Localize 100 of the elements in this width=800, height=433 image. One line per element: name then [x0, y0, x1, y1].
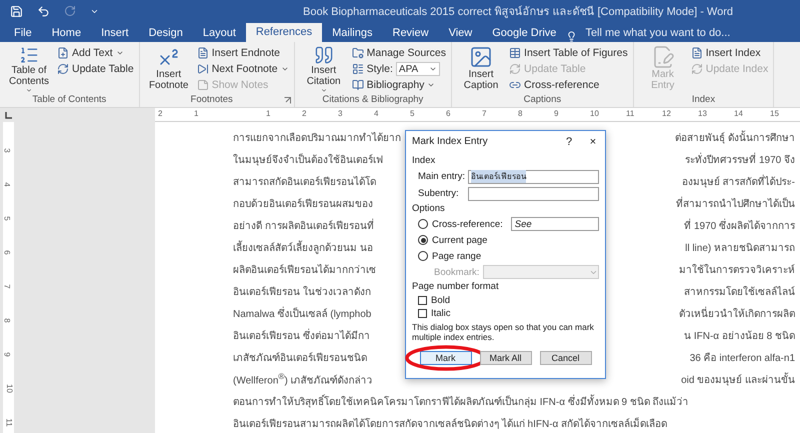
ribbon-large-button[interactable]: Insert Caption: [457, 45, 506, 94]
body-text: อินเตอร์เฟียรอนสามารถผลิตได้โดยการสกัดจากเซลล์ชนิดต่างๆ ได้แก่ hIFN-α สกัดได้จากเซลล์เม็ดเลือด: [233, 416, 668, 430]
group-label: Citations & Bibliography: [321, 94, 424, 106]
ribbon-tab[interactable]: Mailings: [322, 24, 382, 42]
undo-icon[interactable]: [37, 4, 50, 18]
ruler-number: 1: [194, 109, 198, 118]
body-text: องมนุษย์ สารสกัดที่ได้ประ-: [682, 174, 795, 188]
body-text: ll line) หลายชนิดสามารถ: [685, 242, 795, 254]
caret-icon: [116, 49, 124, 57]
body-text: (Wellferon$^{®}$) เภสัชภัณฑ์ดังกล่าว: [233, 370, 373, 388]
close-button[interactable]: ×: [581, 136, 605, 148]
ribbon-tab[interactable]: Insert: [91, 24, 139, 42]
ruler-number: 6: [446, 109, 450, 118]
dialog-title: Mark Index Entry: [412, 136, 489, 147]
launcher-icon[interactable]: [284, 97, 291, 104]
main-entry-field[interactable]: อินเตอร์เฟียรอน: [468, 170, 599, 184]
ribbon-tab[interactable]: Design: [138, 24, 193, 42]
ruler-number: 9: [554, 109, 558, 118]
tell-me-field[interactable]: Tell me what you want to do...: [577, 24, 738, 42]
dialog-note: This dialog box stays open so that you can mark multiple index entries.: [412, 322, 595, 342]
body-text: ต่อสายพันธุ์ ดังนั้นการศึกษา: [675, 130, 795, 144]
ribbon-button[interactable]: Cross-reference: [509, 77, 628, 93]
dialog-button[interactable]: Mark All: [480, 351, 532, 365]
ribbon-large-button[interactable]: Insert Citation: [300, 45, 348, 94]
caret-icon: [280, 65, 289, 73]
ribbon-button[interactable]: Next Footnote: [196, 61, 289, 77]
ribbon-button[interactable]: Bibliography: [352, 77, 446, 93]
ruler-number: 11: [4, 418, 14, 427]
dialog-button[interactable]: Mark: [420, 351, 472, 365]
ribbon-button[interactable]: Add Text: [57, 45, 134, 61]
body-text: ที่ 1970 ซึ่งผลิตได้จากการ: [684, 218, 795, 232]
caret-icon: [320, 87, 328, 94]
body-text: น IFN-α อย่างน้อย 8 ชนิด: [684, 330, 795, 342]
cross-reference-field[interactable]: See: [510, 217, 599, 231]
field-label: Bookmark:: [434, 266, 480, 278]
ribbon-button[interactable]: Insert Table of Figures: [509, 45, 628, 61]
ruler-number: 7: [2, 284, 12, 289]
ribbon-button[interactable]: Insert Endnote: [196, 45, 289, 61]
ruler-number: 8: [2, 318, 12, 323]
field-label: Main entry:: [418, 171, 464, 182]
body-text: oid ของมนุษย์ และผ่านขั้น: [681, 372, 795, 386]
ruler-number: 2: [158, 109, 162, 118]
body-text: เภสัชภัณฑ์อินเตอร์เฟียรอนชนิด: [233, 351, 367, 364]
style-dropdown[interactable]: APA: [396, 62, 440, 76]
ribbon-button[interactable]: Update Table: [57, 61, 134, 77]
ruler-number: 5: [410, 109, 414, 118]
ruler-number: 7: [482, 109, 486, 118]
ribbon-button[interactable]: Insert Index: [690, 45, 768, 61]
help-button[interactable]: ?: [557, 136, 581, 148]
ribbon-tab[interactable]: View: [438, 24, 482, 42]
group-label: Footnotes: [190, 94, 234, 106]
radio-label: Cross-reference:: [432, 218, 503, 230]
ruler-number: 11: [626, 109, 634, 118]
ribbon-large-button[interactable]: Insert Footnote: [144, 45, 193, 94]
ruler-number: 4: [374, 109, 378, 118]
ruler-number: 2: [302, 109, 306, 118]
ribbon-tab[interactable]: References: [246, 23, 322, 42]
ribbon-large-button[interactable]: Table of Contents: [5, 45, 53, 94]
ribbon-tab[interactable]: Review: [382, 24, 439, 42]
radio-button[interactable]: [418, 235, 428, 245]
ruler-number: 10: [4, 384, 14, 393]
ribbon-tab[interactable]: Google Drive: [482, 24, 566, 42]
radio-label: Page range: [432, 250, 482, 262]
ruler-number: 5: [2, 216, 12, 221]
body-text: 36 คือ interferon alfa-n1: [690, 352, 795, 364]
checkbox[interactable]: [418, 309, 427, 318]
subentry-field[interactable]: [468, 186, 599, 200]
ruler-number: 10: [590, 109, 599, 118]
window-title: Book Biopharmaceuticals 2015 correct พิสูจน์อักษร และดัชนี [Compatibility Mode] - Word: [303, 4, 733, 20]
body-text: อินเตอร์เฟียรอน ในช่วงเวลาดังก: [233, 285, 371, 298]
body-text: ระทั่งปีทศวรรษที่ 1970 จึง: [685, 152, 795, 166]
ruler-number: 8: [518, 109, 522, 118]
section-label: Index: [412, 154, 436, 168]
style-label: Style:: [366, 63, 393, 75]
lightbulb-icon[interactable]: [566, 31, 578, 42]
ruler-number: 4: [2, 182, 12, 187]
group-label: Captions: [522, 94, 562, 106]
ribbon-tab[interactable]: Layout: [192, 24, 246, 42]
body-text: ที่สามารถนำไปศึกษาได้เป็น: [676, 196, 795, 210]
body-text: ตอนการทำให้บริสุทธิ์โดยใช้เทคนิคโครมาโตกราฟีได้ผลิตภัณฑ์เป็นกลุ่ม IFN-α ซึ่งมีทั้งหมด 9 ชนิด ถึงแม้ว่า: [233, 394, 689, 408]
tab-stop-icon[interactable]: [4, 110, 12, 120]
body-text: ผลิตอินเตอร์เฟียรอนได้มากกว่าเซ: [233, 263, 376, 276]
radio-button[interactable]: [418, 219, 428, 229]
ribbon-button[interactable]: Manage Sources: [352, 45, 446, 61]
body-text: สาหกรรมโดยใช้เซลล์ไลน์: [684, 285, 795, 298]
ruler-number: 15: [770, 109, 779, 118]
checkbox-label: Italic: [431, 308, 451, 319]
save-icon[interactable]: [10, 4, 23, 18]
body-text: ในมนุษย์จึงจำเป็นต้องใช้อินเตอร์เฟ: [233, 152, 383, 166]
ribbon-tab[interactable]: File: [4, 24, 42, 42]
body-text: อย่างดี การผลิตอินเตอร์เฟียรอนที่: [233, 218, 374, 232]
radio-button[interactable]: [418, 251, 428, 261]
body-text: ตัวเหนี่ยวนำให้เกิดการผลิต: [679, 306, 795, 320]
ribbon-tab[interactable]: Home: [42, 24, 92, 42]
dialog-button[interactable]: Cancel: [540, 351, 592, 365]
field-label: Subentry:: [418, 188, 460, 199]
checkbox[interactable]: [418, 296, 427, 305]
ruler-number: 14: [734, 109, 743, 118]
body-text: การแยกจากเลือดปริมาณมากทำได้ยาก: [233, 131, 401, 144]
body-text: กอบด้วยอินเตอร์เฟียรอนผสมของ: [233, 197, 373, 210]
